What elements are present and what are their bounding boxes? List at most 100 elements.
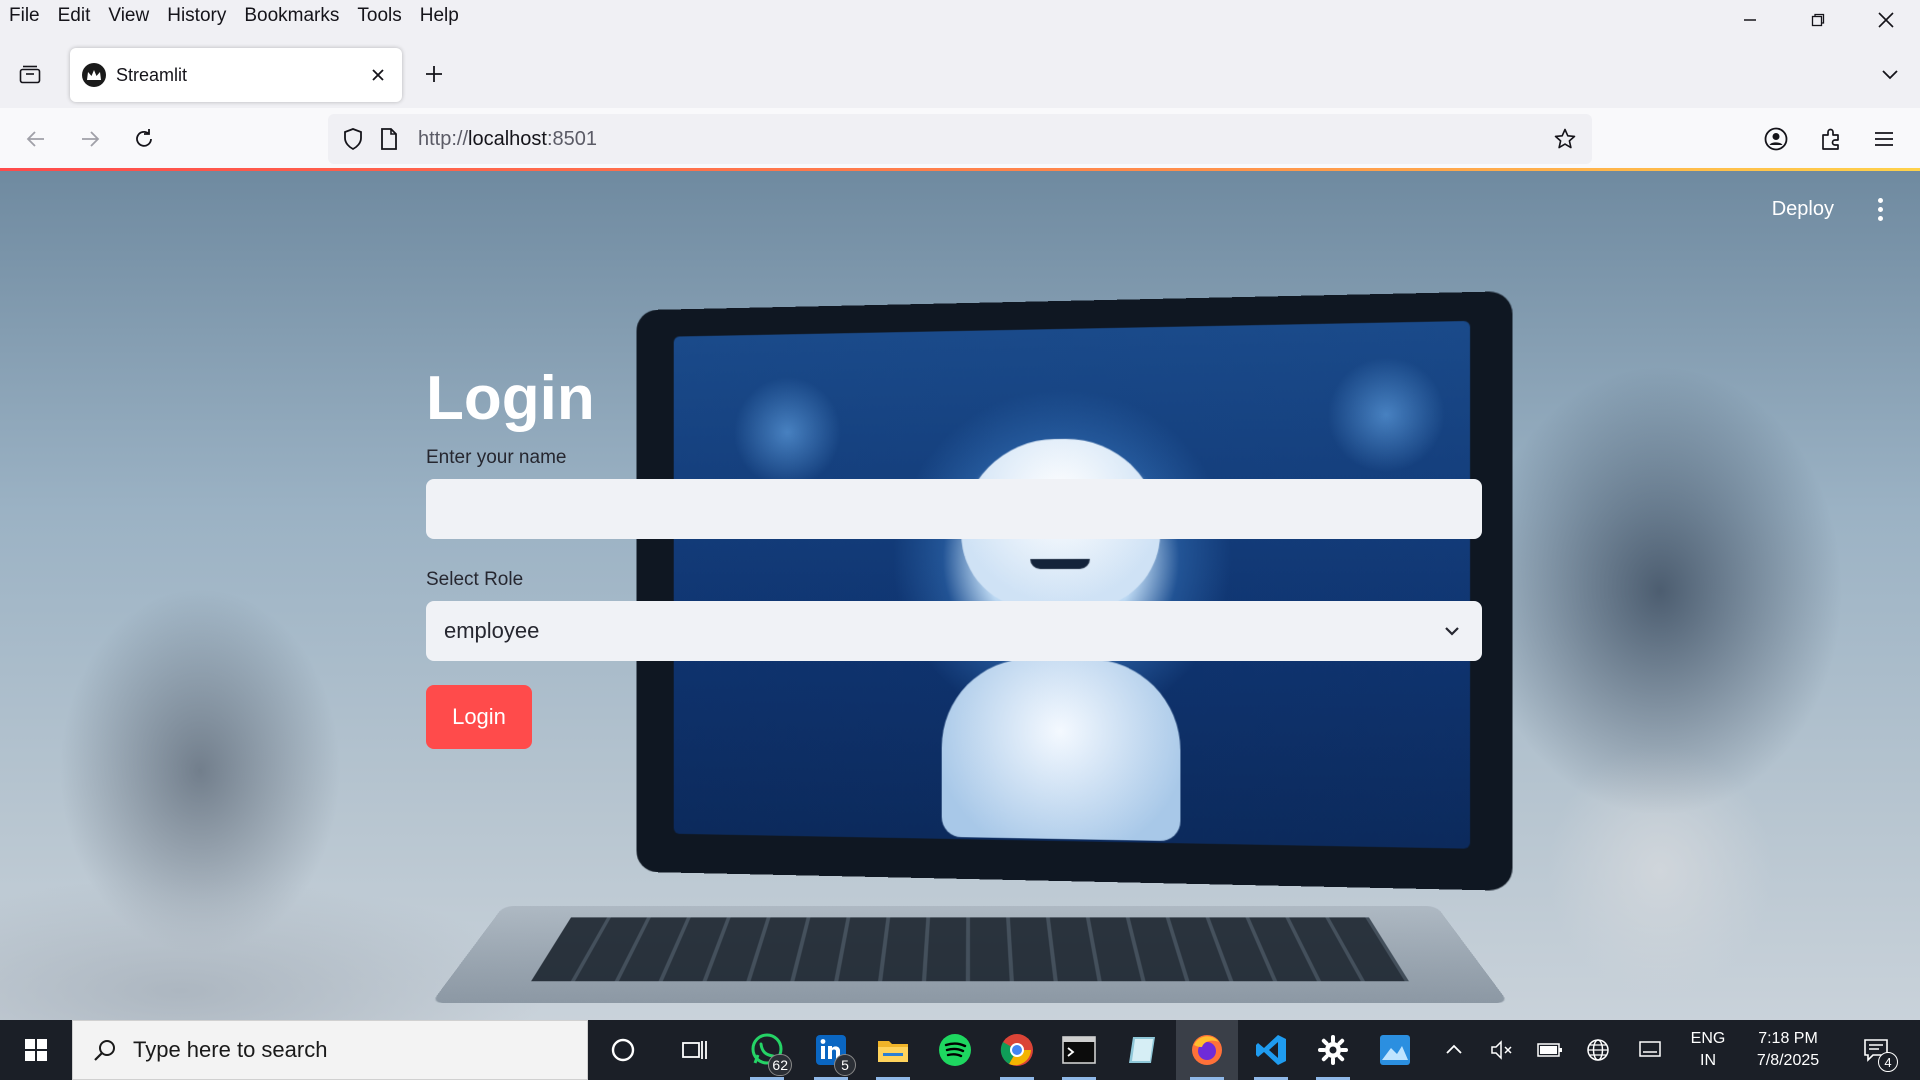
firefox-icon <box>1190 1033 1224 1067</box>
menu-bookmarks[interactable]: Bookmarks <box>244 5 339 27</box>
name-input[interactable] <box>426 479 1482 539</box>
system-clock[interactable]: 7:18 PM 7/8/2025 <box>1742 1028 1834 1072</box>
notification-count-badge: 4 <box>1878 1052 1898 1072</box>
battery-button[interactable] <box>1526 1020 1574 1080</box>
menu-view[interactable]: View <box>108 5 149 27</box>
login-form: Login Enter your name Select Role employ… <box>426 361 1482 749</box>
role-field-label: Select Role <box>426 569 1482 591</box>
url-port: :8501 <box>547 128 597 150</box>
main-menu-button[interactable] <box>1870 193 1890 225</box>
bookmark-star-button[interactable] <box>1550 124 1580 154</box>
linkedin-taskbar-button[interactable]: 5 <box>800 1020 862 1080</box>
close-icon <box>371 68 385 82</box>
menu-history[interactable]: History <box>167 5 226 27</box>
terminal-taskbar-button[interactable] <box>1048 1020 1110 1080</box>
language-code: ENG <box>1686 1028 1730 1050</box>
new-tab-button[interactable] <box>418 58 450 90</box>
kebab-menu-icon <box>1878 198 1883 203</box>
region-code: IN <box>1686 1050 1730 1072</box>
menu-tools[interactable]: Tools <box>357 5 401 27</box>
search-icon <box>91 1036 119 1064</box>
start-button[interactable] <box>0 1020 72 1080</box>
reload-button[interactable] <box>126 121 162 157</box>
plus-icon <box>424 64 444 84</box>
taskbar-search-box[interactable]: Type here to search <box>72 1020 588 1080</box>
window-controls <box>1716 0 1920 40</box>
close-icon <box>1877 11 1895 29</box>
name-field-label: Enter your name <box>426 447 1482 469</box>
url-bar[interactable]: http://localhost:8501 <box>328 114 1592 164</box>
globe-network-icon <box>1586 1038 1610 1062</box>
account-icon <box>1763 126 1789 152</box>
forward-button[interactable] <box>72 121 108 157</box>
menu-edit[interactable]: Edit <box>58 5 91 27</box>
restore-icon <box>1810 12 1826 28</box>
kebab-dot <box>1878 207 1883 212</box>
puzzle-piece-icon <box>1819 127 1843 151</box>
input-language-indicator[interactable]: ENG IN <box>1686 1028 1730 1072</box>
account-button[interactable] <box>1758 121 1794 157</box>
cortana-button[interactable] <box>592 1020 654 1080</box>
back-arrow-icon <box>24 127 48 151</box>
settings-taskbar-button[interactable] <box>1302 1020 1364 1080</box>
extensions-button[interactable] <box>1813 121 1849 157</box>
windows-taskbar: Type here to search 62 5 ENG IN 7:18 PM … <box>0 1020 1920 1080</box>
reload-icon <box>132 127 156 151</box>
photos-app-icon <box>1379 1034 1411 1066</box>
task-view-icon <box>681 1037 709 1063</box>
show-hidden-icons-button[interactable] <box>1430 1020 1478 1080</box>
star-icon <box>1553 127 1577 151</box>
keyboard-icon <box>1639 1040 1661 1060</box>
tab-strip: Streamlit <box>0 40 1920 108</box>
spotify-icon <box>938 1033 972 1067</box>
tab-list-button[interactable] <box>12 56 48 92</box>
back-button[interactable] <box>18 121 54 157</box>
app-menu-button[interactable] <box>1866 121 1902 157</box>
tracking-protection-shield-icon[interactable] <box>338 124 368 154</box>
keyboard-keys <box>531 917 1409 981</box>
restore-button[interactable] <box>1784 0 1852 40</box>
chevron-down-icon <box>1880 64 1900 84</box>
tab-streamlit[interactable]: Streamlit <box>70 48 402 102</box>
notes-app-taskbar-button[interactable] <box>1112 1020 1174 1080</box>
notes-app-icon <box>1127 1035 1159 1065</box>
firefox-taskbar-button[interactable] <box>1176 1020 1238 1080</box>
chrome-icon <box>1000 1033 1034 1067</box>
page-content: Deploy Login Enter your name Select Role… <box>0 171 1920 1020</box>
page-info-icon[interactable] <box>374 124 404 154</box>
touch-keyboard-button[interactable] <box>1626 1020 1674 1080</box>
vscode-icon <box>1254 1033 1288 1067</box>
search-placeholder: Type here to search <box>133 1037 327 1063</box>
list-all-tabs-button[interactable] <box>1874 58 1906 90</box>
navigation-bar: http://localhost:8501 <box>0 108 1920 170</box>
role-select-value: employee <box>444 618 539 644</box>
menu-file[interactable]: File <box>9 5 40 27</box>
minimize-icon <box>1742 12 1758 28</box>
kebab-dot <box>1878 216 1883 221</box>
login-button[interactable]: Login <box>426 685 532 749</box>
settings-icon <box>1317 1034 1349 1066</box>
role-select[interactable]: employee <box>426 601 1482 661</box>
task-view-button[interactable] <box>664 1020 726 1080</box>
url-scheme: http:// <box>418 128 468 150</box>
action-center-button[interactable]: 4 <box>1846 1020 1906 1080</box>
chrome-taskbar-button[interactable] <box>986 1020 1048 1080</box>
windows-logo-icon <box>24 1038 48 1062</box>
volume-button[interactable] <box>1478 1020 1526 1080</box>
photos-app-taskbar-button[interactable] <box>1364 1020 1426 1080</box>
chevron-up-icon <box>1445 1041 1463 1059</box>
file-explorer-taskbar-button[interactable] <box>862 1020 924 1080</box>
spotify-taskbar-button[interactable] <box>924 1020 986 1080</box>
tab-close-button[interactable] <box>366 63 390 87</box>
linkedin-badge: 5 <box>834 1054 856 1076</box>
deploy-button[interactable]: Deploy <box>1772 198 1834 221</box>
url-text[interactable]: http://localhost:8501 <box>418 128 597 151</box>
close-window-button[interactable] <box>1852 0 1920 40</box>
whatsapp-taskbar-button[interactable]: 62 <box>736 1020 798 1080</box>
network-button[interactable] <box>1574 1020 1622 1080</box>
vscode-taskbar-button[interactable] <box>1240 1020 1302 1080</box>
whatsapp-badge: 62 <box>768 1054 792 1076</box>
battery-icon <box>1537 1042 1563 1058</box>
minimize-button[interactable] <box>1716 0 1784 40</box>
menu-help[interactable]: Help <box>420 5 459 27</box>
